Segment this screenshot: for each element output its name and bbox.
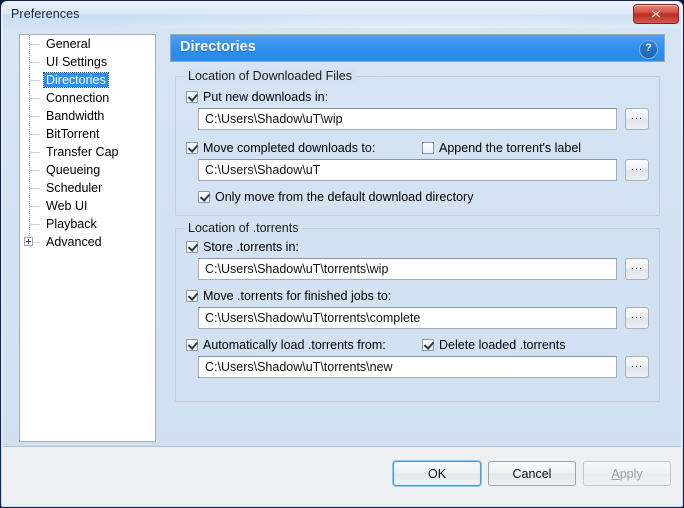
input-store-torrents-path[interactable]: C:\Users\Shadow\uT\torrents\wip: [198, 258, 617, 280]
checkbox-delete-loaded-torrents-label: Delete loaded .torrents: [439, 338, 566, 352]
sidebar-item-directories[interactable]: Directories: [20, 71, 155, 89]
settings-pane: Directories ? Location of Downloaded Fil…: [170, 34, 665, 442]
sidebar-item-label: Scheduler: [46, 181, 103, 195]
sidebar-item-bittorrent[interactable]: BitTorrent: [20, 125, 155, 143]
apply-button[interactable]: Apply: [583, 461, 671, 486]
cancel-button[interactable]: Cancel: [488, 461, 576, 486]
help-icon[interactable]: ?: [639, 40, 658, 59]
tree-connector-icon: [29, 161, 40, 179]
title-bar: Preferences: [2, 2, 682, 28]
input-auto-load-torrents-path[interactable]: C:\Users\Shadow\uT\torrents\new: [198, 356, 617, 378]
expand-icon[interactable]: [24, 237, 33, 246]
sidebar-item-queueing[interactable]: Queueing: [20, 161, 155, 179]
checkbox-append-torrent-label-box[interactable]: [422, 142, 434, 154]
sidebar-item-playback[interactable]: Playback: [20, 215, 155, 233]
sidebar-item-general[interactable]: General: [20, 35, 155, 53]
sidebar-item-ui-settings[interactable]: UI Settings: [20, 53, 155, 71]
tree-connector-icon: [29, 197, 40, 215]
tree-connector-icon: [29, 215, 40, 233]
tree-connector-icon: [29, 125, 40, 143]
page-header: Directories ?: [170, 34, 665, 62]
checkbox-move-completed-label: Move completed downloads to:: [203, 141, 376, 155]
tree-connector-icon: [29, 35, 40, 53]
checkbox-auto-load-torrents-label: Automatically load .torrents from:: [203, 338, 386, 352]
path-row-put-new-downloads: C:\Users\Shadow\uT\wip ...: [198, 108, 649, 130]
settings-tree[interactable]: General UI Settings Directories Connection B…: [19, 34, 156, 442]
checkbox-delete-loaded-torrents[interactable]: Delete loaded .torrents: [422, 337, 565, 353]
preferences-window: Preferences General UI Settings Directorie…: [0, 0, 684, 508]
path-row-move-finished-torrents: C:\Users\Shadow\uT\torrents\complete ...: [198, 307, 649, 329]
browse-button-auto-load-torrents[interactable]: ...: [625, 356, 649, 378]
input-move-finished-torrents-path[interactable]: C:\Users\Shadow\uT\torrents\complete: [198, 307, 617, 329]
sidebar-item-label: Connection: [46, 91, 110, 105]
checkbox-put-new-downloads-label: Put new downloads in:: [203, 90, 329, 104]
sidebar-item-label: Advanced: [46, 235, 102, 249]
tree-connector-icon: [29, 53, 40, 71]
checkbox-store-torrents[interactable]: Store .torrents in:: [186, 239, 299, 255]
close-button[interactable]: [633, 4, 679, 24]
sidebar-item-web-ui[interactable]: Web UI: [20, 197, 155, 215]
sidebar-item-advanced[interactable]: Advanced: [20, 233, 155, 251]
tree-connector-icon: [29, 71, 40, 89]
tree-connector-icon: [29, 107, 40, 125]
browse-button-move-finished-torrents[interactable]: ...: [625, 307, 649, 329]
sidebar-item-label: UI Settings: [46, 55, 108, 69]
sidebar-item-label: General: [46, 37, 91, 51]
input-put-new-downloads-path[interactable]: C:\Users\Shadow\uT\wip: [198, 108, 617, 130]
path-row-move-completed: C:\Users\Shadow\uT ...: [198, 159, 649, 181]
checkbox-store-torrents-label: Store .torrents in:: [203, 240, 299, 254]
checkbox-only-move-default[interactable]: Only move from the default download dire…: [198, 189, 473, 205]
sidebar-item-transfer-cap[interactable]: Transfer Cap: [20, 143, 155, 161]
group-downloaded-files-title: Location of Downloaded Files: [184, 69, 356, 83]
checkbox-only-move-default-label: Only move from the default download dire…: [215, 190, 474, 204]
checkbox-auto-load-torrents-box[interactable]: [186, 339, 198, 351]
checkbox-store-torrents-box[interactable]: [186, 241, 198, 253]
group-torrents-location: Location of .torrents Store .torrents in…: [175, 221, 660, 402]
path-row-auto-load-torrents: C:\Users\Shadow\uT\torrents\new ...: [198, 356, 649, 378]
checkbox-put-new-downloads-box[interactable]: [186, 91, 198, 103]
tree-connector-icon: [29, 143, 40, 161]
sidebar-item-label: Transfer Cap: [46, 145, 119, 159]
sidebar-item-label: Web UI: [46, 199, 88, 213]
sidebar-item-label: Queueing: [46, 163, 101, 177]
sidebar-item-bandwidth[interactable]: Bandwidth: [20, 107, 155, 125]
checkbox-move-completed[interactable]: Move completed downloads to:: [186, 140, 375, 156]
checkbox-auto-load-torrents[interactable]: Automatically load .torrents from:: [186, 337, 386, 353]
sidebar-item-label: BitTorrent: [46, 127, 100, 141]
sidebar-item-connection[interactable]: Connection: [20, 89, 155, 107]
checkbox-move-finished-torrents[interactable]: Move .torrents for finished jobs to:: [186, 288, 391, 304]
dialog-footer: OK Cancel Apply: [3, 446, 681, 505]
close-icon: [651, 9, 661, 19]
sidebar-item-label: Directories: [43, 72, 109, 88]
path-row-store-torrents: C:\Users\Shadow\uT\torrents\wip ...: [198, 258, 649, 280]
checkbox-append-torrent-label[interactable]: Append the torrent's label: [422, 140, 581, 156]
sidebar-item-label: Playback: [46, 217, 97, 231]
checkbox-only-move-default-box[interactable]: [198, 191, 210, 203]
sidebar-item-scheduler[interactable]: Scheduler: [20, 179, 155, 197]
browse-button-move-completed[interactable]: ...: [625, 159, 649, 181]
ok-button[interactable]: OK: [393, 461, 481, 486]
browse-button-put-new-downloads[interactable]: ...: [625, 108, 649, 130]
group-downloaded-files: Location of Downloaded Files Put new dow…: [175, 69, 660, 216]
browse-button-store-torrents[interactable]: ...: [625, 258, 649, 280]
checkbox-move-completed-box[interactable]: [186, 142, 198, 154]
group-torrents-location-title: Location of .torrents: [184, 221, 303, 235]
dialog-content: General UI Settings Directories Connection B…: [2, 28, 682, 506]
sidebar-item-label: Bandwidth: [46, 109, 105, 123]
input-move-completed-path[interactable]: C:\Users\Shadow\uT: [198, 159, 617, 181]
checkbox-move-finished-torrents-label: Move .torrents for finished jobs to:: [203, 289, 392, 303]
checkbox-move-finished-torrents-box[interactable]: [186, 290, 198, 302]
window-title: Preferences: [11, 7, 80, 21]
checkbox-append-torrent-label-label: Append the torrent's label: [439, 141, 582, 155]
tree-connector-icon: [29, 89, 40, 107]
checkbox-delete-loaded-torrents-box[interactable]: [422, 339, 434, 351]
checkbox-put-new-downloads[interactable]: Put new downloads in:: [186, 89, 328, 105]
tree-connector-icon: [29, 179, 40, 197]
page-title: Directories: [180, 39, 256, 55]
